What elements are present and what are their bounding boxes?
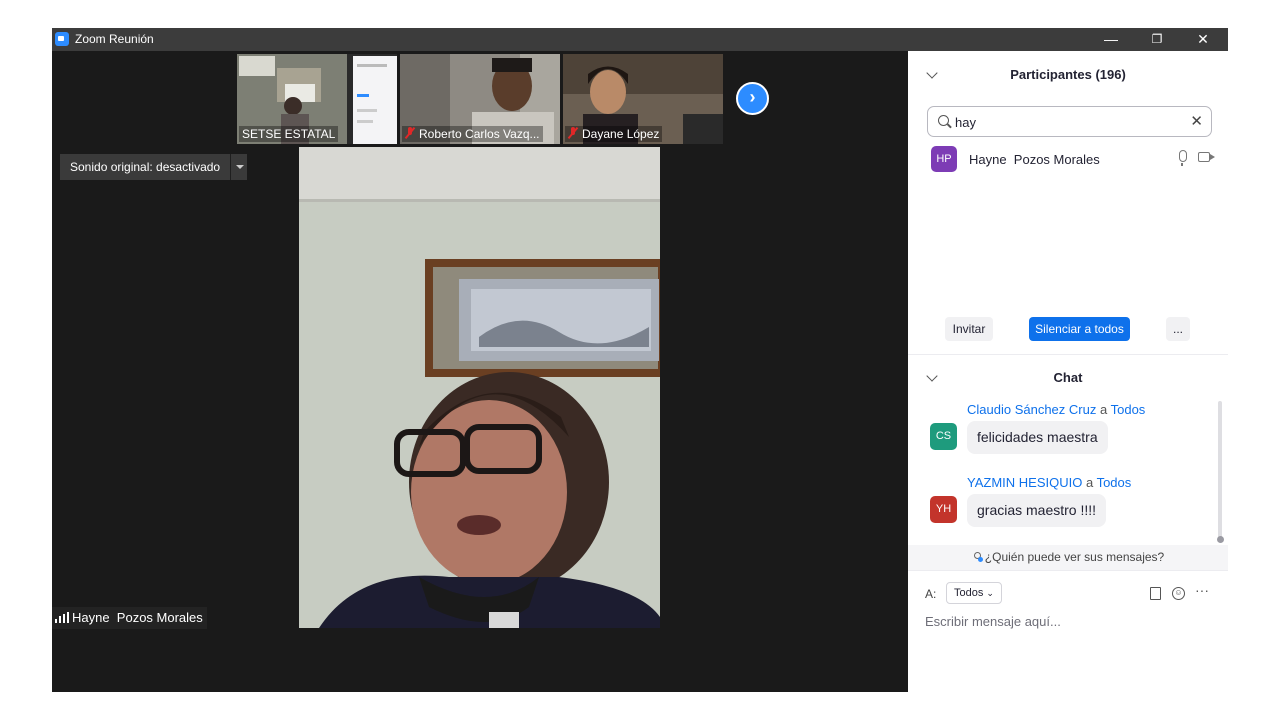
to-word: a bbox=[1099, 402, 1108, 417]
speaker-name-tag: Hayne Pozos Morales bbox=[52, 607, 207, 629]
mic-muted-icon bbox=[405, 127, 415, 139]
avatar: CS bbox=[930, 423, 957, 450]
original-sound-toggle[interactable]: Sonido original: desactivado bbox=[60, 154, 248, 180]
more-options-button[interactable]: ... bbox=[1166, 317, 1190, 341]
recipient-name: Todos bbox=[1110, 402, 1146, 417]
chat-message-bubble: gracias maestro !!!! bbox=[967, 494, 1107, 527]
video-stage: SETSE ESTATAL Roberto Carlos Vazq... Day… bbox=[52, 51, 908, 692]
file-icon[interactable] bbox=[1150, 587, 1161, 600]
thumbnail-video-1[interactable]: Roberto Carlos Vazq... bbox=[400, 54, 560, 144]
participant-search[interactable]: ✕ bbox=[927, 106, 1212, 137]
divider bbox=[908, 354, 1228, 355]
clear-search-icon[interactable]: ✕ bbox=[1190, 112, 1203, 130]
recipient-name: Todos bbox=[1096, 475, 1132, 490]
recipient-select[interactable]: Todos ⌄ bbox=[946, 582, 1002, 604]
sender-name[interactable]: Claudio Sánchez Cruz bbox=[967, 402, 1096, 417]
active-speaker-video bbox=[299, 147, 660, 628]
chat-scrollbar[interactable] bbox=[1218, 401, 1222, 541]
avatar: YH bbox=[930, 496, 957, 523]
chevron-right-icon: › bbox=[749, 87, 756, 107]
avatar: HP bbox=[931, 146, 957, 172]
camera-icon[interactable] bbox=[1198, 152, 1210, 162]
chevron-down-icon[interactable] bbox=[230, 154, 247, 180]
participants-title: Participantes (196) bbox=[1010, 67, 1126, 82]
recipient-label: A: bbox=[925, 587, 937, 601]
zoom-window: Zoom Reunión — ❐ ✕ SETSE ESTATAL Roberto… bbox=[52, 28, 1228, 692]
participant-row[interactable]: HP Hayne Pozos Morales bbox=[931, 146, 1217, 172]
invite-button[interactable]: Invitar bbox=[945, 317, 993, 341]
restore-button[interactable]: ❐ bbox=[1134, 28, 1180, 51]
search-input[interactable] bbox=[955, 112, 1175, 132]
who-can-see-messages[interactable]: ¿Quién puede ver sus mensajes? bbox=[908, 545, 1228, 570]
close-button[interactable]: ✕ bbox=[1180, 28, 1226, 51]
emoji-icon[interactable]: ☺ bbox=[1172, 587, 1185, 600]
chat-message-bubble: felicidades maestra bbox=[967, 421, 1108, 454]
next-page-button[interactable]: › bbox=[736, 82, 769, 115]
mic-muted-icon bbox=[568, 127, 578, 139]
chat-message-header: YAZMIN HESIQUIO a Todos bbox=[967, 475, 1131, 490]
thumbnail-video-2[interactable]: Dayane López bbox=[563, 54, 723, 144]
original-sound-label: Sonido original: desactivado bbox=[70, 160, 221, 174]
participant-name: Hayne Pozos Morales bbox=[969, 152, 1100, 167]
thumbnail-name: Roberto Carlos Vazq... bbox=[402, 126, 543, 142]
title-bar: Zoom Reunión — ❐ ✕ bbox=[52, 28, 1228, 51]
scroll-thumb[interactable] bbox=[1217, 536, 1224, 543]
person-info-icon bbox=[972, 552, 983, 562]
thumbnail-name: SETSE ESTATAL bbox=[239, 126, 339, 142]
chat-title: Chat bbox=[1053, 370, 1083, 385]
chat-compose-input[interactable]: Escribir mensaje aquí... bbox=[925, 614, 1215, 629]
chevron-down-icon: ⌄ bbox=[986, 588, 994, 598]
divider bbox=[908, 570, 1228, 571]
thumbnail-name: Dayane López bbox=[565, 126, 663, 142]
signal-strength-icon bbox=[55, 612, 69, 623]
thumbnail-video-0[interactable]: SETSE ESTATAL bbox=[237, 54, 397, 144]
window-title: Zoom Reunión bbox=[75, 32, 154, 46]
side-panel: Participantes (196) ✕ HP Hayne Pozos Mor… bbox=[908, 51, 1228, 692]
microphone-icon[interactable] bbox=[1179, 150, 1187, 166]
sender-name[interactable]: YAZMIN HESIQUIO bbox=[967, 475, 1082, 490]
chat-message-header: Claudio Sánchez Cruz a Todos bbox=[967, 402, 1145, 417]
minimize-button[interactable]: — bbox=[1088, 28, 1134, 51]
more-icon[interactable]: ··· bbox=[1195, 582, 1209, 598]
zoom-app-icon bbox=[55, 32, 69, 46]
search-icon bbox=[938, 115, 949, 126]
speaker-video-frame bbox=[299, 147, 660, 628]
mute-all-button[interactable]: Silenciar a todos bbox=[1029, 317, 1130, 341]
to-word: a bbox=[1085, 475, 1094, 490]
